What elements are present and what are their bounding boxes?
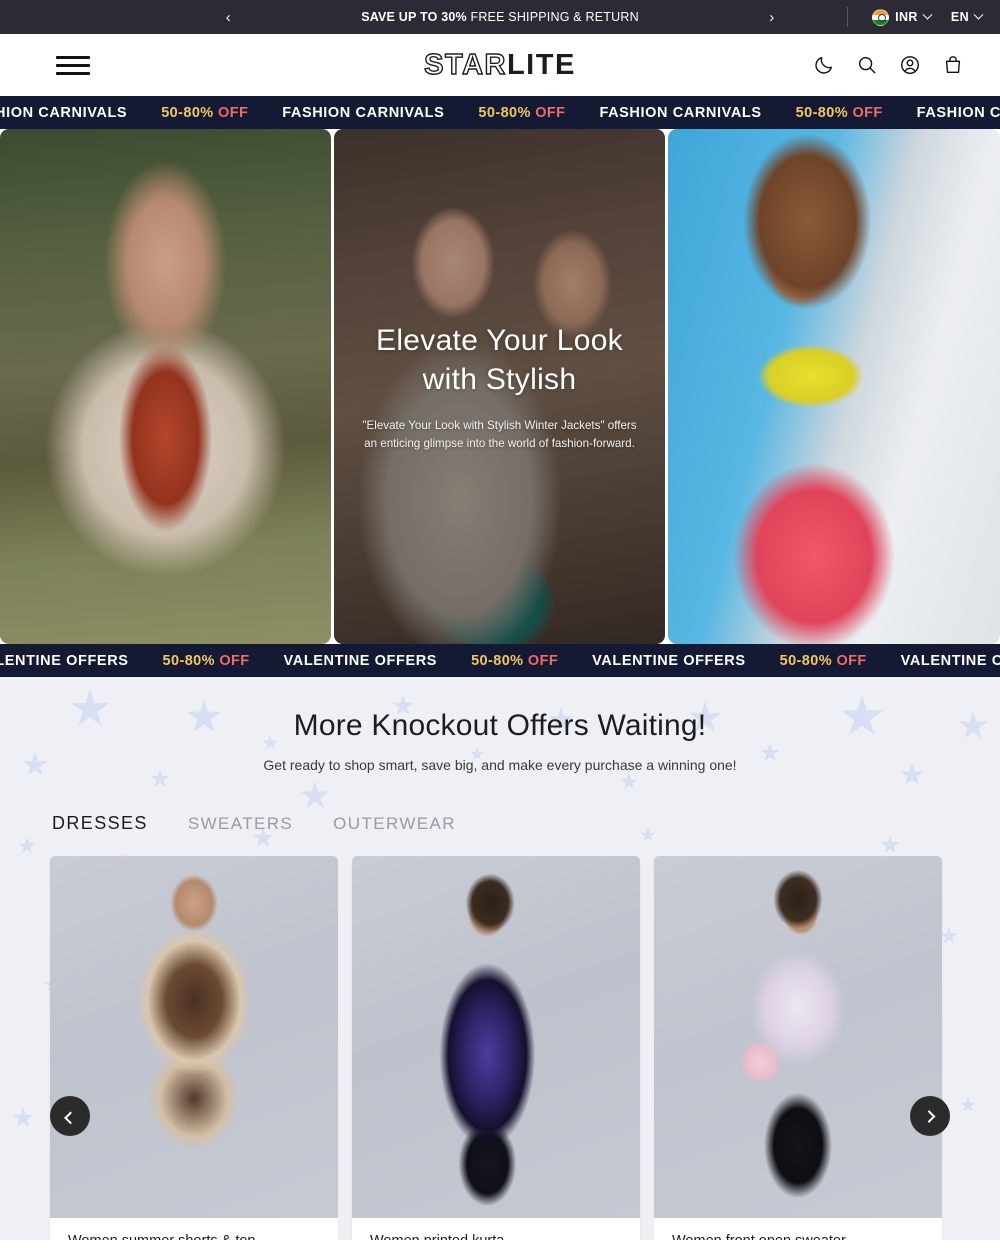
marquee-label: VALENTINE OFFERS xyxy=(0,652,129,669)
hamburger-menu-icon[interactable] xyxy=(56,55,90,75)
logo-star: STAR xyxy=(423,48,507,81)
marquee-discount-word: OFF xyxy=(523,652,559,669)
header-icon-group xyxy=(813,54,964,76)
product-image xyxy=(352,856,640,1218)
product-title: Women printed kurta xyxy=(352,1218,640,1240)
search-icon[interactable] xyxy=(856,54,878,76)
marquee-discount-word: OFF xyxy=(530,104,566,121)
marquee-discount-word: OFF xyxy=(832,652,867,669)
hero-slide-1[interactable] xyxy=(0,129,331,644)
shopping-bag-icon[interactable] xyxy=(942,54,964,76)
marquee-discount-number: 50-80% xyxy=(162,652,215,669)
hero-title: Elevate Your Look with Stylish xyxy=(376,323,623,396)
marquee-discount-number: 50-80% xyxy=(471,652,524,669)
product-title: Women summer shorts & top xyxy=(50,1218,338,1240)
marquee-discount: 50-80% OFF xyxy=(454,653,575,669)
account-icon[interactable] xyxy=(899,54,921,76)
marquee-label: FASHION CARNIVALS xyxy=(916,104,1000,121)
tab-sweaters[interactable]: SWEATERS xyxy=(188,814,293,834)
star-icon xyxy=(18,837,36,854)
menu-line xyxy=(56,63,90,67)
marquee-discount-word: OFF xyxy=(213,104,249,121)
chevron-down-icon xyxy=(973,9,984,20)
star-icon xyxy=(620,773,638,790)
marquee-valentine-offers: VALENTINE OFFERS 50-80% OFF VALENTINE OFFE… xyxy=(0,644,1000,677)
logo-lite: LITE xyxy=(506,48,576,81)
site-header: STARLITE xyxy=(0,34,1000,96)
hero-slide-2[interactable]: Elevate Your Look with Stylish "Elevate … xyxy=(334,129,665,644)
moon-icon[interactable] xyxy=(813,54,835,76)
marquee-label: FASHION CARNIVALS xyxy=(282,104,445,121)
carousel-next-button[interactable] xyxy=(910,1096,950,1136)
product-photo-front-open-sweater xyxy=(654,856,942,1218)
product-photo-summer-shorts xyxy=(50,856,338,1218)
marquee-track: VALENTINE OFFERS 50-80% OFF VALENTINE OFFE… xyxy=(0,653,1000,669)
currency-label: INR xyxy=(895,10,918,24)
menu-line xyxy=(56,71,90,75)
hero-carousel: Elevate Your Look with Stylish "Elevate … xyxy=(0,129,1000,644)
hero-slide-3[interactable] xyxy=(668,129,1000,644)
marquee-discount-word: OFF xyxy=(848,104,883,121)
marquee-discount: 50-80% OFF xyxy=(146,653,267,669)
product-card[interactable]: Women summer shorts & top xyxy=(50,856,338,1240)
marquee-fashion-carnivals: FASHION CARNIVALS 50-80% OFF FASHION CARNI… xyxy=(0,96,1000,129)
marquee-label: VALENTINE OFFERS xyxy=(283,652,438,669)
product-image xyxy=(50,856,338,1218)
chevron-left-icon xyxy=(63,1111,77,1124)
offers-section: More Knockout Offers Waiting! Get ready … xyxy=(0,677,1000,1240)
tab-dresses[interactable]: DRESSES xyxy=(52,813,148,834)
carousel-prev-button[interactable] xyxy=(50,1096,90,1136)
product-image xyxy=(654,856,942,1218)
marquee-discount-number: 50-80% xyxy=(779,652,833,669)
product-carousel: Women summer shorts & top Women printed … xyxy=(0,856,1000,1240)
chevron-down-icon xyxy=(922,9,933,20)
marquee-label: VALENTINE OFFERS xyxy=(900,652,1000,669)
chevron-right-icon xyxy=(922,1109,935,1123)
marquee-label: VALENTINE OFFERS xyxy=(592,652,746,669)
hero-image-outdoor-plaid-jacket xyxy=(0,129,331,644)
divider xyxy=(847,7,849,27)
marquee-discount: 50-80% OFF xyxy=(461,105,582,121)
marquee-discount: 50-80% OFF xyxy=(779,105,900,121)
product-card[interactable]: Women printed kurta xyxy=(352,856,640,1240)
language-label: EN xyxy=(950,10,969,24)
announcement-next-button[interactable]: › xyxy=(759,4,785,30)
offers-subheading: Get ready to shop smart, save big, and m… xyxy=(263,757,737,773)
star-icon xyxy=(300,781,330,809)
menu-line xyxy=(56,55,90,59)
hero-text-overlay: Elevate Your Look with Stylish "Elevate … xyxy=(334,129,665,644)
currency-selector[interactable]: INR xyxy=(872,8,933,26)
marquee-discount-number: 50-80% xyxy=(478,104,531,121)
announcement-message-rest: FREE SHIPPING & RETURN xyxy=(466,10,639,24)
marquee-label: FASHION CARNIVALS xyxy=(0,104,128,121)
marquee-discount-number: 50-80% xyxy=(795,104,849,121)
tab-outerwear[interactable]: OUTERWEAR xyxy=(333,814,456,834)
announcement-prev-button[interactable]: ‹ xyxy=(215,4,241,30)
announcement-message: SAVE UP TO 30% FREE SHIPPING & RETURN xyxy=(241,10,759,24)
marquee-discount: 50-80% OFF xyxy=(763,653,884,669)
marquee-label: FASHION CARNIVALS xyxy=(599,104,762,121)
marquee-track: FASHION CARNIVALS 50-80% OFF FASHION CARNI… xyxy=(0,105,1000,121)
language-selector[interactable]: EN xyxy=(950,9,984,24)
marquee-discount-number: 50-80% xyxy=(161,104,214,121)
product-title: Women front open sweater xyxy=(654,1218,942,1240)
hero-image-summer-beachwear xyxy=(668,129,1000,644)
marquee-discount-word: OFF xyxy=(214,652,250,669)
product-card[interactable]: Women front open sweater xyxy=(654,856,942,1240)
announcement-message-bold: SAVE UP TO 30% xyxy=(361,10,467,24)
product-photo-printed-kurta xyxy=(352,856,640,1218)
category-tabs: DRESSES SWEATERS OUTERWEAR xyxy=(0,813,1000,834)
announcement-bar: ‹ SAVE UP TO 30% FREE SHIPPING & RETURN … xyxy=(0,0,1000,34)
star-icon xyxy=(880,835,900,854)
announcement-right-controls: INR EN xyxy=(847,0,984,34)
offers-heading: More Knockout Offers Waiting! xyxy=(293,709,707,742)
marquee-discount: 50-80% OFF xyxy=(144,105,265,121)
india-flag-icon xyxy=(872,8,890,26)
hero-subtitle: "Elevate Your Look with Stylish Winter J… xyxy=(362,418,637,450)
